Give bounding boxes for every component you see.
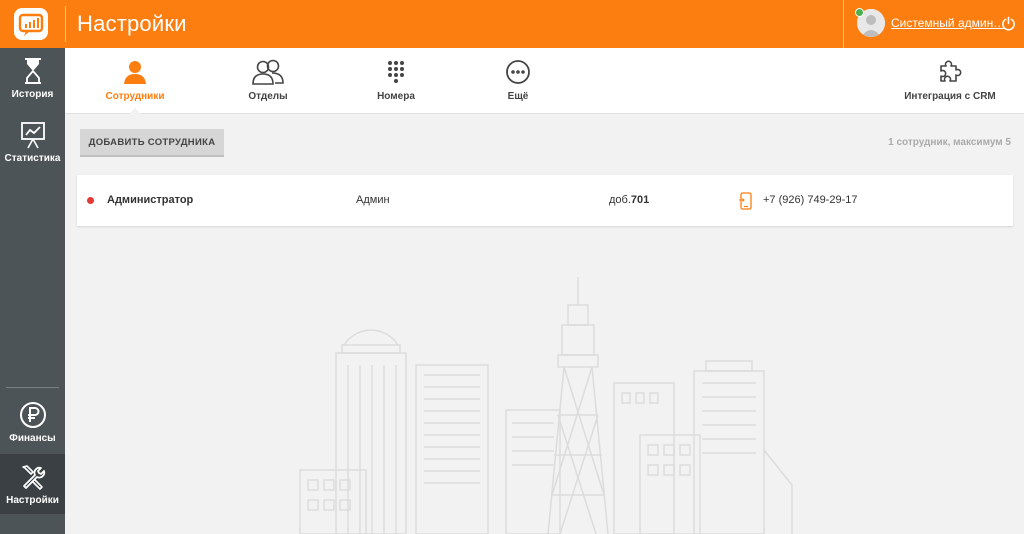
page-title: Настройки xyxy=(77,11,187,36)
tab-label: Сотрудники xyxy=(105,91,165,102)
sidebar-separator xyxy=(6,387,59,388)
chart-board-icon xyxy=(20,122,45,149)
puzzle-icon xyxy=(940,60,962,82)
tab-bar: Сотрудники Отделы Номера Ещё Интеграция … xyxy=(65,48,1024,115)
employee-phone: +7 (926) 749-29-17 xyxy=(763,194,858,206)
app-header: Настройки Системный админ… xyxy=(0,0,1024,48)
sidebar-item-label: Статистика xyxy=(4,153,61,164)
sidebar-item-history[interactable]: История xyxy=(0,56,65,108)
table-row[interactable]: Администратор Админ доб.701 +7 (926) 749… xyxy=(77,175,1013,226)
sidebar-item-settings[interactable]: Настройки xyxy=(0,454,65,514)
tab-departments[interactable]: Отделы xyxy=(233,48,303,114)
user-name-link[interactable]: Системный админ… xyxy=(891,16,1005,30)
tab-crm-integration[interactable]: Интеграция с CRM xyxy=(900,48,1000,114)
employee-extension: доб.701 xyxy=(609,194,649,206)
tab-label: Ещё xyxy=(507,91,529,102)
city-skyline-illustration xyxy=(299,277,793,534)
status-dot xyxy=(87,197,94,204)
active-tab-indicator xyxy=(128,108,142,115)
wrench-screwdriver-icon xyxy=(21,465,45,490)
tab-more[interactable]: Ещё xyxy=(483,48,553,114)
mobile-phone-icon xyxy=(739,192,752,210)
sidebar-item-finance[interactable]: Финансы xyxy=(0,400,65,454)
extension-number: 701 xyxy=(630,194,650,206)
employee-role: Админ xyxy=(356,194,390,206)
power-icon[interactable] xyxy=(1001,16,1016,31)
tab-employees[interactable]: Сотрудники xyxy=(100,48,170,115)
sidebar-item-label: Финансы xyxy=(9,433,56,444)
sidebar-item-statistics[interactable]: Статистика xyxy=(0,120,65,178)
ruble-coin-icon xyxy=(19,402,46,428)
tab-label: Отделы xyxy=(248,91,288,102)
keypad-icon xyxy=(388,61,404,83)
employee-name: Администратор xyxy=(107,194,194,206)
person-icon xyxy=(124,61,146,84)
more-icon xyxy=(506,60,530,84)
add-employee-button[interactable]: ДОБАВИТЬ СОТРУДНИКА xyxy=(80,129,224,157)
sidebar: История Статистика Финансы Настройки xyxy=(0,48,65,534)
header-divider xyxy=(65,6,66,42)
tab-label: Номера xyxy=(377,91,415,102)
online-status-dot xyxy=(855,8,864,17)
tab-label: Интеграция с CRM xyxy=(904,91,996,102)
app-logo[interactable] xyxy=(14,8,48,40)
employee-count-text: 1 сотрудник, максимум 5 xyxy=(888,137,1011,148)
sidebar-item-label: История xyxy=(11,89,54,100)
logo-icon xyxy=(18,13,44,36)
extension-prefix: доб. xyxy=(609,194,631,206)
hourglass-icon xyxy=(24,58,41,84)
sidebar-item-label: Настройки xyxy=(6,495,59,506)
tab-numbers[interactable]: Номера xyxy=(361,48,431,114)
people-icon xyxy=(252,59,284,85)
user-divider xyxy=(843,0,844,48)
